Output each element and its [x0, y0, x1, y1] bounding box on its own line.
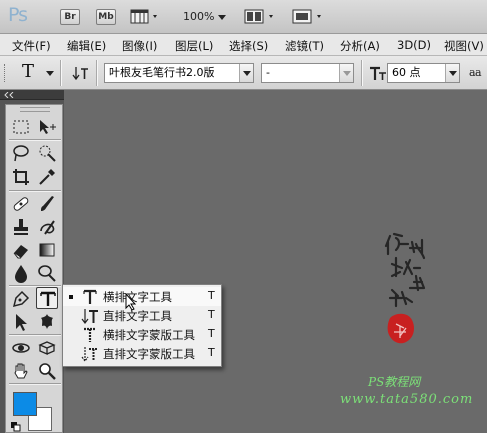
3d-camera-tool-icon[interactable]	[36, 337, 58, 359]
menu-item-label: 横排文字工具	[103, 290, 172, 304]
tools-panel	[0, 90, 64, 433]
menu-layer[interactable]: 图层(L)	[175, 38, 213, 54]
font-size-input[interactable]: 60 点	[387, 63, 460, 83]
font-family-select[interactable]: 叶根友毛笔行书2.0版	[104, 63, 254, 83]
horizontal-type-icon	[81, 288, 99, 308]
foreground-color-swatch[interactable]	[13, 392, 37, 416]
marquee-tool-icon[interactable]	[10, 116, 32, 138]
healing-brush-tool-icon[interactable]	[10, 193, 32, 215]
divider	[60, 60, 62, 86]
calligraphy-artwork	[384, 232, 426, 344]
menu-item-label: 横排文字蒙版工具	[103, 328, 195, 342]
menu-view[interactable]: 视图(V)	[444, 38, 484, 54]
dodge-tool-icon[interactable]	[36, 262, 58, 284]
blur-tool-icon[interactable]	[10, 262, 32, 284]
menu-edit[interactable]: 编辑(E)	[67, 38, 106, 54]
chevron-down-icon[interactable]	[46, 71, 54, 76]
mini-bridge-button[interactable]: Mb	[96, 9, 116, 25]
menu-bar: 文件(F) 编辑(E) 图像(I) 图层(L) 选择(S) 滤镜(T) 分析(A…	[0, 34, 487, 56]
shortcut-label: T	[208, 327, 215, 340]
pen-tool-icon[interactable]	[10, 288, 32, 310]
red-seal-icon	[387, 313, 414, 344]
zoom-level[interactable]: 100%	[183, 10, 226, 23]
collapse-panel-icon[interactable]	[4, 92, 14, 98]
move-tool-icon[interactable]	[36, 116, 58, 138]
anti-alias-icon[interactable]: a a	[469, 66, 482, 79]
crop-tool-icon[interactable]	[10, 166, 32, 188]
watermark-url: www.tata580.com	[340, 392, 474, 407]
shortcut-label: T	[208, 289, 215, 302]
vertical-type-mask-icon	[81, 345, 99, 365]
custom-shape-tool-icon[interactable]	[36, 311, 58, 333]
horizontal-type-mask-icon	[81, 326, 99, 346]
type-tool-button[interactable]	[36, 287, 58, 309]
hand-tool-icon[interactable]	[10, 360, 32, 382]
chevron-down-icon	[449, 71, 457, 76]
view-extras-icon[interactable]	[130, 8, 162, 29]
menu-analysis[interactable]: 分析(A)	[340, 38, 380, 54]
path-selection-tool-icon[interactable]	[10, 311, 32, 333]
menu-select[interactable]: 选择(S)	[229, 38, 268, 54]
photoshop-logo: Ps	[8, 4, 28, 26]
menu-file[interactable]: 文件(F)	[12, 38, 51, 54]
eraser-tool-icon[interactable]	[10, 239, 32, 261]
chevron-down-icon	[343, 71, 351, 76]
menu-filter[interactable]: 滤镜(T)	[285, 38, 324, 54]
chevron-down-icon	[243, 71, 251, 76]
active-bullet-icon	[69, 295, 73, 299]
menu-3d[interactable]: 3D(D)	[397, 38, 431, 52]
application-bar: Ps Br Mb 100%	[0, 0, 487, 34]
chevron-down-icon	[217, 15, 226, 20]
zoom-tool-icon[interactable]	[36, 360, 58, 382]
eyedropper-tool-icon[interactable]	[36, 166, 58, 188]
vertical-type-icon	[81, 307, 99, 327]
watermark-title: PS教程网	[368, 375, 421, 389]
type-tool-flyout-menu: 横排文字工具 T 直排文字工具 T 横排文字蒙版工具 T 直排文字蒙版工具 T	[62, 284, 222, 367]
bridge-button[interactable]: Br	[60, 9, 80, 25]
font-size-icon	[369, 65, 387, 84]
font-style-select[interactable]: -	[261, 63, 354, 83]
shortcut-label: T	[208, 308, 215, 321]
divider	[96, 60, 98, 86]
default-colors-icon[interactable]	[11, 421, 21, 433]
menu-image[interactable]: 图像(I)	[122, 38, 157, 54]
brush-tool-icon[interactable]	[36, 193, 58, 215]
lasso-tool-icon[interactable]	[10, 142, 32, 164]
tool-preset-icon[interactable]: T	[22, 61, 34, 82]
menu-item-horizontal-type-mask[interactable]: 横排文字蒙版工具 T	[63, 325, 221, 344]
history-brush-tool-icon[interactable]	[36, 216, 58, 238]
menu-item-label: 直排文字工具	[103, 309, 172, 323]
menu-item-vertical-type-mask[interactable]: 直排文字蒙版工具 T	[63, 344, 221, 363]
gradient-tool-icon[interactable]	[36, 239, 58, 261]
3d-rotate-tool-icon[interactable]	[10, 337, 32, 359]
clone-stamp-tool-icon[interactable]	[10, 216, 32, 238]
menu-item-label: 直排文字蒙版工具	[103, 347, 195, 361]
tools-grip[interactable]	[20, 107, 50, 112]
options-bar: T 叶根友毛笔行书2.0版 - 60 点 a a	[0, 56, 487, 90]
arrange-documents-icon[interactable]	[244, 8, 278, 29]
screen-mode-icon[interactable]	[292, 8, 326, 29]
divider	[361, 60, 363, 86]
toggle-text-orientation-icon[interactable]	[72, 64, 90, 85]
quick-selection-tool-icon[interactable]	[36, 142, 58, 164]
options-grip[interactable]	[4, 64, 6, 82]
tools-panel-header[interactable]	[0, 90, 64, 100]
menu-item-vertical-type[interactable]: 直排文字工具 T	[63, 306, 221, 325]
shortcut-label: T	[208, 346, 215, 359]
tools-column	[5, 104, 63, 433]
menu-item-horizontal-type[interactable]: 横排文字工具 T	[63, 287, 221, 311]
